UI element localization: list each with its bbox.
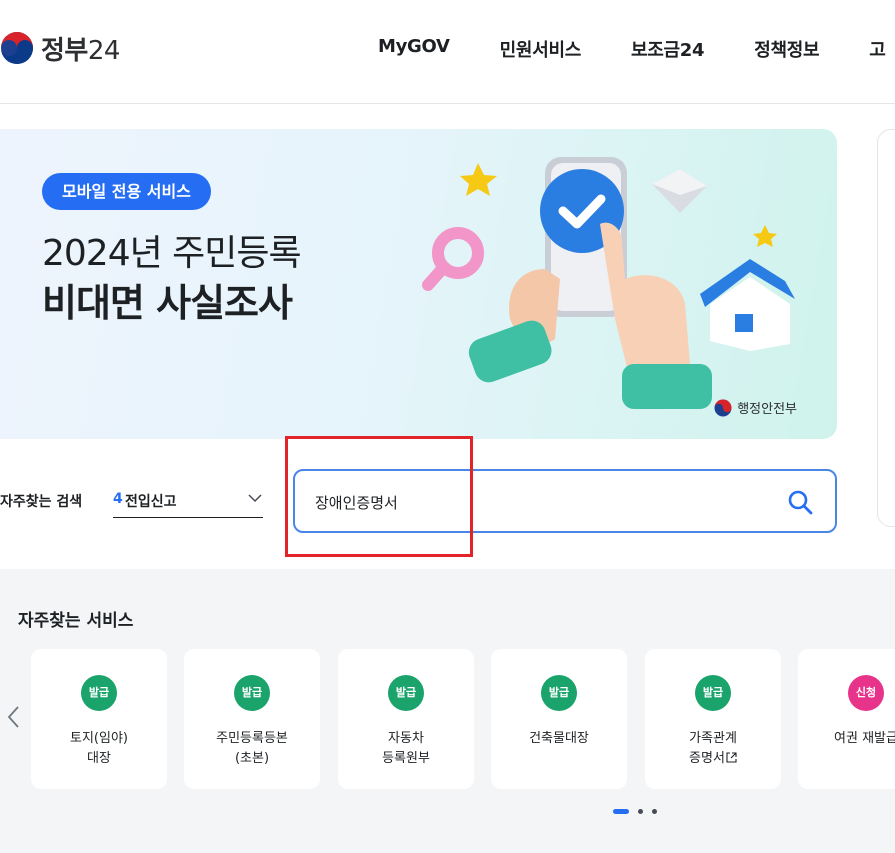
service-label: 주민등록등본 (초본) [216, 731, 288, 766]
nav-civil-services[interactable]: 민원서비스 [500, 36, 582, 62]
issue-badge: 발급 [388, 675, 424, 711]
frequent-search-rank: 4 [113, 491, 123, 507]
service-label: 여권 재발급 [834, 731, 895, 746]
nav-policy-info[interactable]: 정책정보 [754, 36, 819, 62]
carousel-dot[interactable] [652, 808, 657, 814]
ministry-name: 행정안전부 [737, 402, 797, 417]
service-card-land-register[interactable]: 발급 토지(임야) 대장 [31, 649, 167, 789]
service-card-passport-reissue[interactable]: 신청 여권 재발급 [798, 649, 895, 789]
search-icon[interactable] [787, 489, 813, 515]
mobile-only-badge: 모바일 전용 서비스 [42, 173, 211, 210]
banner-title-line1: 2024년 주민등록 [42, 233, 302, 274]
carousel-dot[interactable] [638, 808, 643, 814]
service-label: 건축물대장 [529, 731, 589, 746]
apply-badge: 신청 [848, 675, 884, 711]
service-label: 토지(임야) 대장 [70, 731, 128, 766]
magnifier-icon [422, 227, 484, 291]
service-card-family-certificate[interactable]: 발급 가족관계 증명서 [645, 649, 781, 789]
promo-banner[interactable]: 모바일 전용 서비스 2024년 주민등록 비대면 사실조사 행정안전부 [0, 129, 837, 439]
issue-badge: 발급 [541, 675, 577, 711]
carousel-pagination [613, 807, 657, 815]
nav-more[interactable]: 고 [869, 36, 886, 62]
nav-subsidy24[interactable]: 보조금24 [631, 36, 705, 62]
star-icon [753, 225, 777, 247]
service-label: 가족관계 증명서 [689, 731, 737, 766]
frequent-search-dropdown[interactable]: 4 전입신고 [113, 481, 263, 518]
logo-text: 정부24 [41, 35, 120, 66]
service-card-resident-register[interactable]: 발급 주민등록등본 (초본) [184, 649, 320, 789]
service-card-building-register[interactable]: 발급 건축물대장 [491, 649, 627, 789]
service-label: 자동차 등록원부 [382, 731, 430, 766]
search-input[interactable] [315, 490, 755, 514]
side-panel-card [877, 129, 895, 527]
main-nav: MyGOV 민원서비스 보조금24 정책정보 고 [378, 36, 895, 62]
nav-mygov[interactable]: MyGOV [378, 36, 450, 62]
chevron-down-icon [248, 494, 262, 503]
search-box [293, 469, 837, 533]
envelope-icon [652, 169, 707, 213]
star-icon [460, 163, 497, 196]
taegeuk-small-icon [714, 399, 732, 416]
gov24-logo[interactable]: 정부24 [0, 26, 120, 70]
phone-hand-illustration [422, 157, 795, 409]
frequent-services-section: 자주찾는 서비스 발급 토지(임야) 대장 발급 주민등록등본 (초본) 발급 … [0, 569, 895, 853]
services-title: 자주찾는 서비스 [18, 611, 134, 631]
house-icon [700, 259, 795, 351]
frequent-search-term: 전입신고 [125, 494, 177, 510]
service-card-vehicle-register[interactable]: 발급 자동차 등록원부 [338, 649, 474, 789]
taegeuk-logo-icon [1, 32, 33, 64]
banner-title-line2: 비대면 사실조사 [42, 281, 293, 325]
ministry-credit: 행정안전부 [714, 398, 797, 417]
external-link-icon [726, 752, 737, 763]
issue-badge: 발급 [81, 675, 117, 711]
issue-badge: 발급 [695, 675, 731, 711]
frequent-search-label: 자주찾는 검색 [0, 494, 83, 510]
issue-badge: 발급 [234, 675, 270, 711]
carousel-dot-active[interactable] [613, 808, 629, 814]
chevron-left-icon[interactable] [4, 702, 22, 732]
site-header: 정부24 MyGOV 민원서비스 보조금24 정책정보 고 [0, 0, 895, 104]
